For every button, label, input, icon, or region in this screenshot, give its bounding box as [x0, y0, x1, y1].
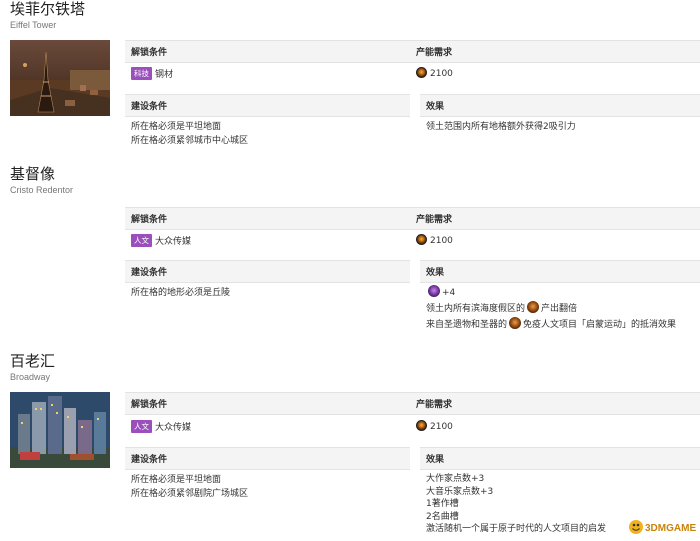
- unlock-value: 人文 大众传媒: [131, 420, 191, 435]
- unlock-value: 科技 钢材: [131, 67, 173, 82]
- unlock-header: 解锁条件: [125, 392, 410, 415]
- build-conditions: 所在格的地形必须是丘陵: [131, 288, 231, 298]
- wonder-section-eiffel: 埃菲尔铁塔 Eiffel Tower 解锁条件 产能需求 科技钢材 2100: [0, 0, 700, 155]
- cost-value: 2100: [416, 67, 453, 81]
- unlock-header: 解锁条件: [125, 207, 410, 230]
- faith-icon: [428, 285, 440, 297]
- effect-header: 效果: [420, 447, 700, 470]
- wonder-section-cristo: 基督像 Cristo Redentor 解锁条件 产能需求 人文 大众传媒 210…: [0, 165, 700, 335]
- svg-text:3DMGAME: 3DMGAME: [645, 523, 696, 534]
- production-icon: [416, 234, 427, 245]
- effect-header: 效果: [420, 94, 700, 117]
- effect-text: 领土范围内所有地格额外获得2吸引力: [426, 122, 576, 132]
- cost-value: 2100: [416, 234, 453, 248]
- production-icon: [416, 420, 427, 431]
- wonder-english-name: Broadway: [10, 372, 51, 382]
- wonder-title: 埃菲尔铁塔: [10, 0, 86, 18]
- build-header: 建设条件: [125, 94, 410, 117]
- culture-badge: 人文: [131, 420, 152, 433]
- wonder-english-name: Cristo Redentor: [10, 185, 74, 195]
- build-header: 建设条件: [125, 447, 410, 470]
- broadway-image: [10, 392, 110, 468]
- cost-header: 产能需求: [410, 207, 700, 230]
- effect-text: 大作家点数+3 大音乐家点数+3 1著作槽 2名曲槽 激活随机一个属于原子时代的…: [426, 474, 607, 534]
- cost-header: 产能需求: [410, 392, 700, 415]
- build-conditions: 所在格必须是平坦地面 所在格必须紧邻剧院广场城区: [131, 475, 249, 499]
- effect-text: +4 领土内所有滨海度假区的 产出翻倍 来自圣遗物和圣器的 免疫人文项目「启蒙运动」…: [426, 285, 676, 333]
- unlock-header: 解锁条件: [125, 40, 410, 63]
- cost-header: 产能需求: [410, 40, 700, 63]
- build-conditions: 所在格必须是平坦地面 所在格必须紧邻城市中心城区: [131, 122, 249, 146]
- wonder-title: 百老汇: [10, 352, 56, 370]
- tourism-icon: [509, 317, 522, 329]
- tourism-icon: [527, 301, 540, 313]
- eiffel-tower-image: [10, 40, 110, 116]
- production-icon: [416, 67, 427, 78]
- 3dmgame-logo: 3DMGAME: [628, 517, 700, 537]
- wonder-title: 基督像: [10, 165, 56, 183]
- unlock-value: 人文 大众传媒: [131, 234, 191, 249]
- effect-header: 效果: [420, 260, 700, 283]
- wonder-english-name: Eiffel Tower: [10, 20, 57, 30]
- cost-value: 2100: [416, 420, 453, 434]
- wonder-section-broadway: 百老汇 Broadway 解锁条件 产能需求 人文 大众传媒 2100 建设条件…: [0, 352, 700, 537]
- tech-badge: 科技: [131, 67, 152, 80]
- build-header: 建设条件: [125, 260, 410, 283]
- culture-badge: 人文: [131, 234, 152, 247]
